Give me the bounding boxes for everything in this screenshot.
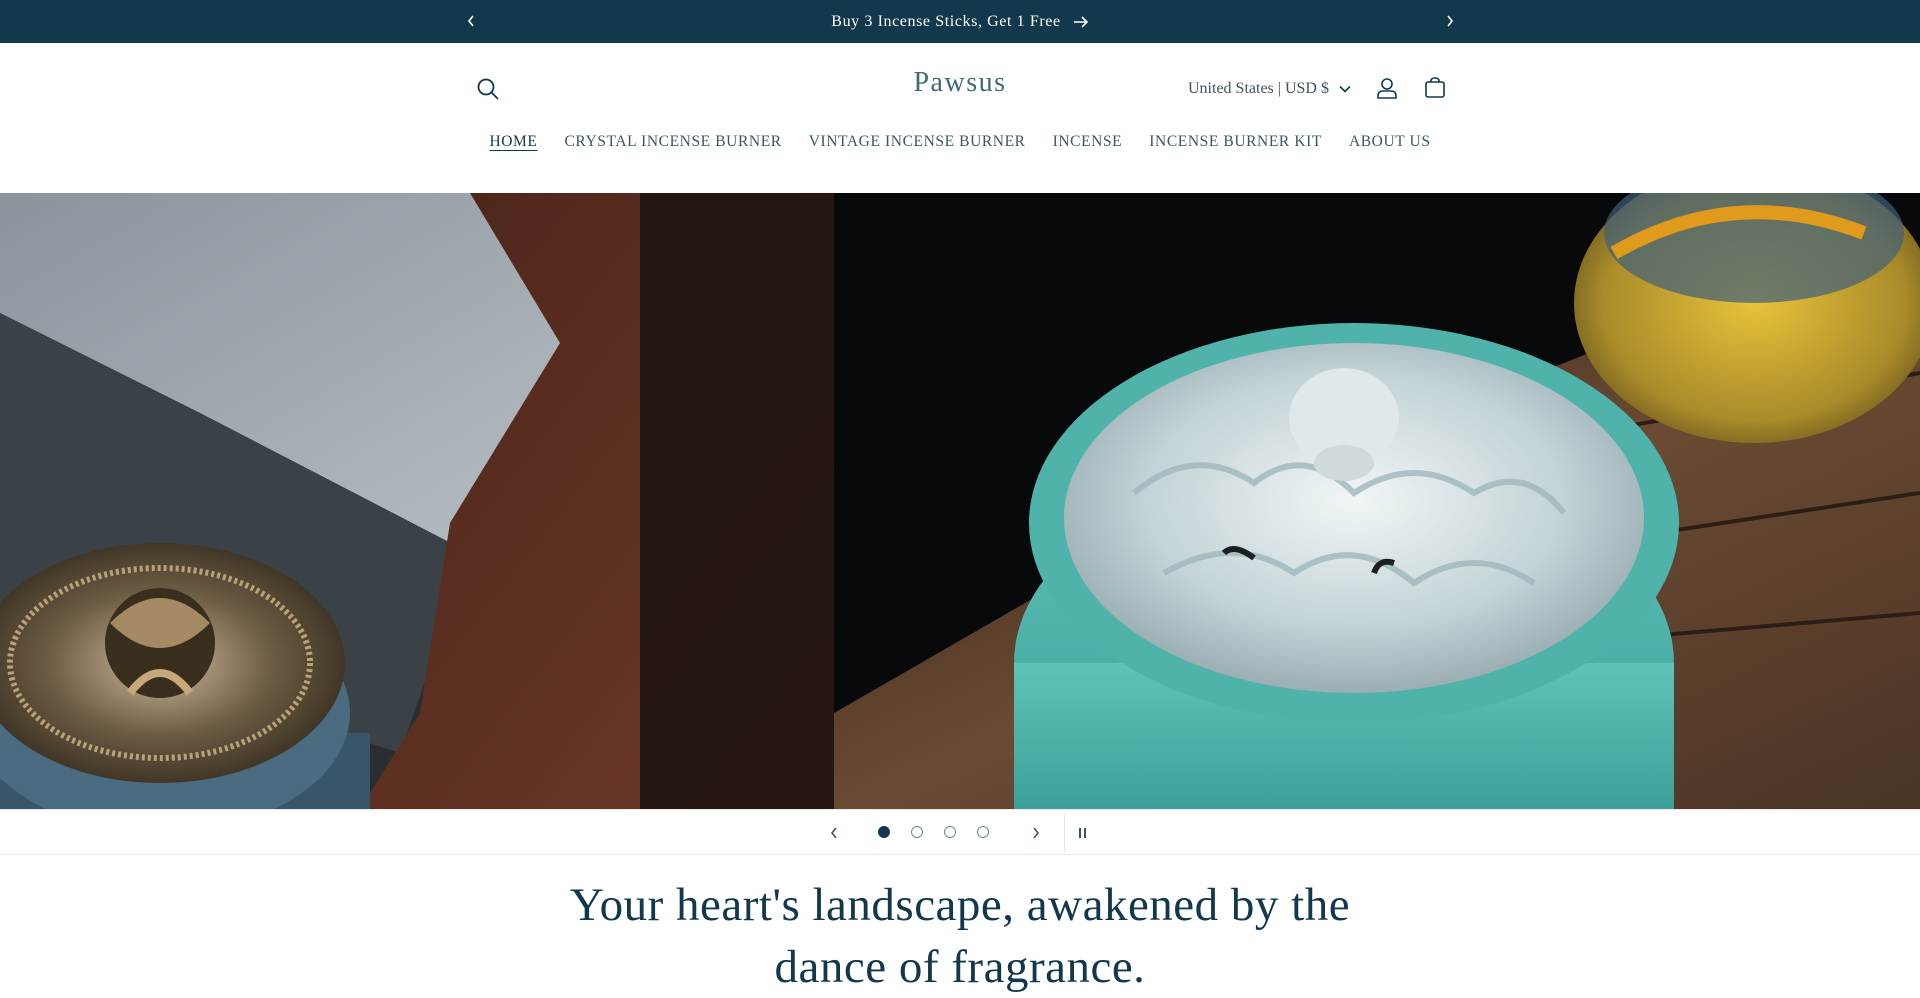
slide-dot-3[interactable] <box>944 826 956 838</box>
hero-image-vintage-burner <box>0 193 834 809</box>
country-selector[interactable]: United States | USD $ <box>1188 76 1351 102</box>
chevron-right-icon <box>1033 827 1040 839</box>
site-logo[interactable]: Pawsus <box>0 67 1920 99</box>
announcement-next-button[interactable] <box>1439 10 1461 32</box>
chevron-down-icon <box>1339 85 1351 93</box>
nav-item-incense-burner-kit[interactable]: INCENSE BURNER KIT <box>1149 133 1322 163</box>
hero-slideshow <box>0 193 1920 809</box>
announcement-message: Buy 3 Incense Sticks, Get 1 Free <box>0 0 1920 43</box>
nav-item-home[interactable]: HOME <box>489 133 537 163</box>
account-icon <box>1377 78 1397 99</box>
nav-item-vintage-incense-burner[interactable]: VINTAGE INCENSE BURNER <box>809 133 1026 163</box>
slideshow-pause-button[interactable] <box>1071 820 1095 846</box>
nav-item-crystal-incense-burner[interactable]: CRYSTAL INCENSE BURNER <box>564 133 781 163</box>
account-button[interactable] <box>1370 71 1404 105</box>
slide-dot-2[interactable] <box>911 826 923 838</box>
slide-dot-1[interactable] <box>878 826 890 838</box>
chevron-right-icon <box>1447 15 1454 27</box>
announcement-text: Buy 3 Incense Sticks, Get 1 Free <box>831 12 1061 30</box>
slide-prev-button[interactable] <box>822 820 846 846</box>
chevron-left-icon <box>830 827 837 839</box>
main-nav: HOME CRYSTAL INCENSE BURNER VINTAGE INCE… <box>0 133 1920 163</box>
announcement-link[interactable]: Buy 3 Incense Sticks, Get 1 Free <box>831 13 1088 31</box>
hero-heading-line-1: Your heart's landscape, awakened by the <box>569 879 1351 931</box>
controls-divider <box>1064 814 1065 852</box>
cart-button[interactable] <box>1418 71 1452 105</box>
slide-dots <box>878 826 989 838</box>
hero-heading: Your heart's landscape, awakened by the … <box>0 874 1920 998</box>
hero-heading-line-2: dance of fragrance. <box>774 941 1146 993</box>
nav-item-incense[interactable]: INCENSE <box>1053 133 1123 163</box>
slide-next-button[interactable] <box>1024 820 1048 846</box>
country-selector-label: United States | USD $ <box>1188 80 1329 97</box>
arrow-right-icon <box>1073 15 1088 28</box>
nav-item-about-us[interactable]: ABOUT US <box>1349 133 1431 163</box>
hero-image-crystal-burner <box>834 193 1920 809</box>
cart-icon <box>1425 77 1445 98</box>
slideshow-controls <box>0 809 1920 855</box>
announcement-bar: Buy 3 Incense Sticks, Get 1 Free <box>0 0 1920 43</box>
site-header: Pawsus United States | USD $ HOME CRYSTA… <box>0 43 1920 193</box>
pause-icon <box>1079 828 1086 838</box>
slide-dot-4[interactable] <box>977 826 989 838</box>
